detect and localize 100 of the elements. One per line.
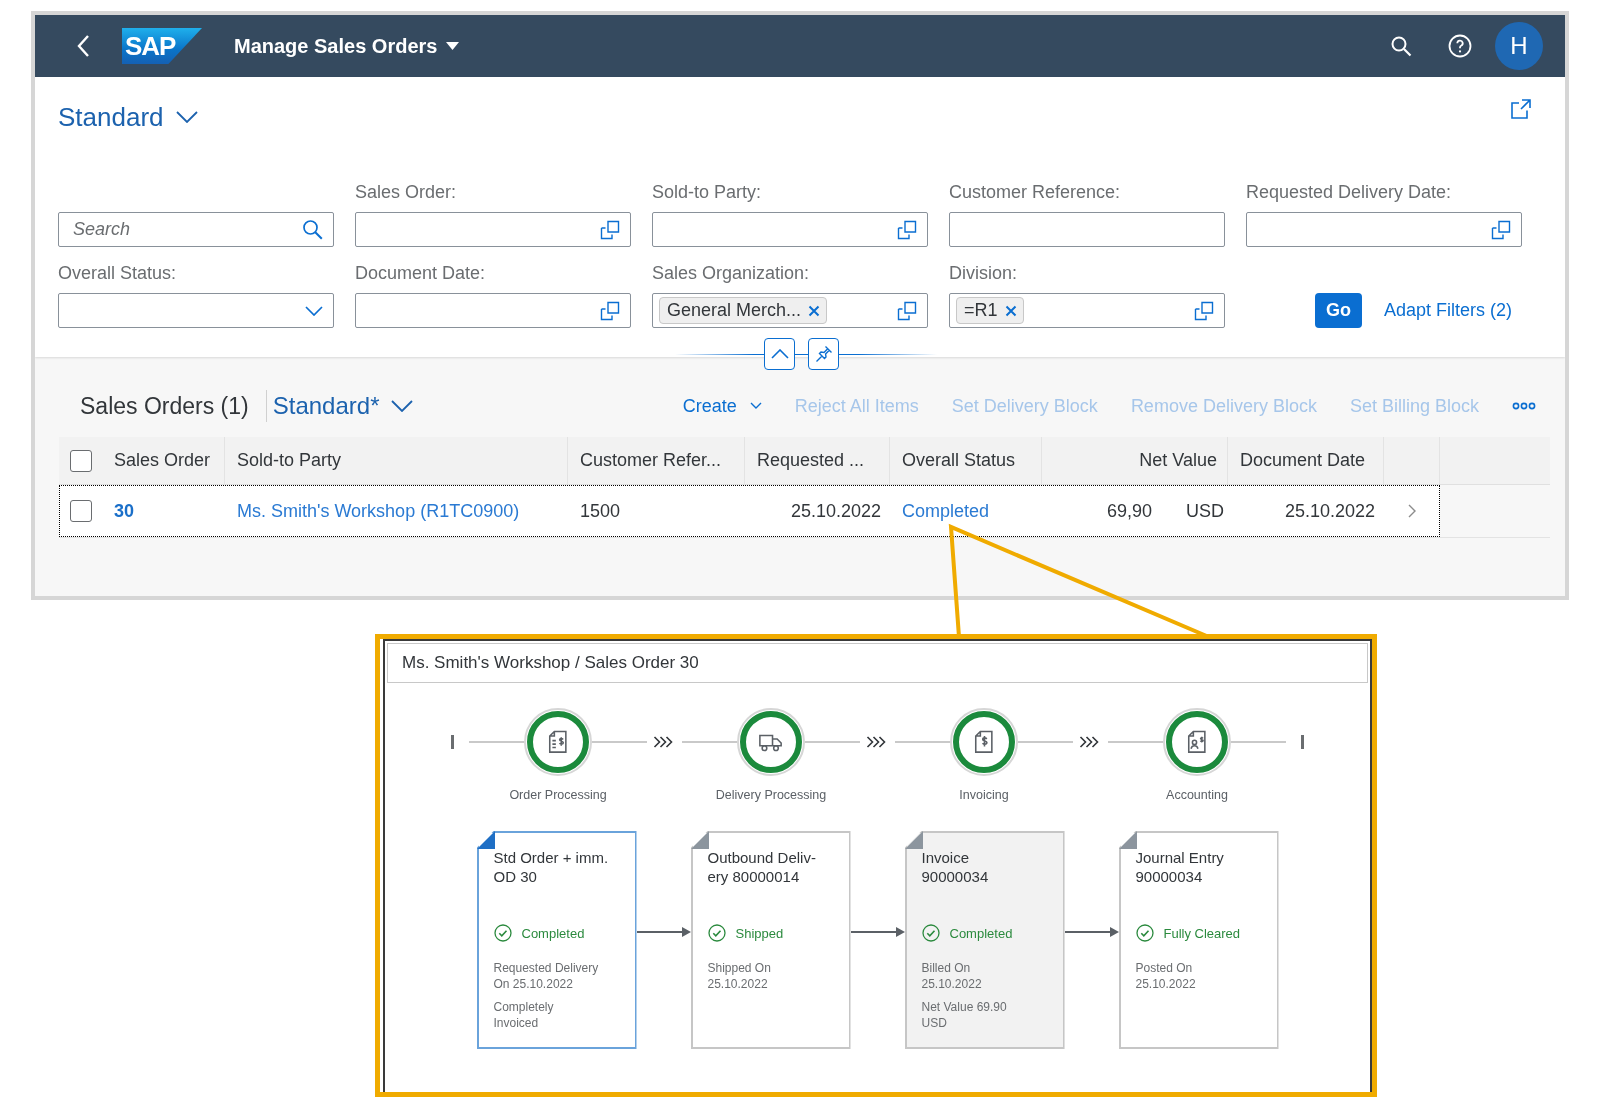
lane-label: Accounting: [1166, 787, 1228, 803]
input-field[interactable]: General Merch...: [652, 293, 928, 328]
connector-line: [682, 741, 737, 743]
document-card[interactable]: Outbound Deliv- ery 80000014 Shipped Shipped On 25.10.2022: [690, 831, 851, 1049]
chevron-down-icon: [391, 400, 414, 412]
overlapping-squares-icon[interactable]: [897, 219, 917, 240]
pin-icon: [814, 345, 833, 363]
collapse-button[interactable]: [764, 338, 795, 370]
checkbox[interactable]: [69, 449, 92, 472]
field-label: Overall Status:: [58, 263, 178, 284]
triple-chevron-icon: [866, 735, 886, 749]
input-field[interactable]: [949, 212, 1225, 247]
app-title-menu[interactable]: Manage Sales Orders: [234, 34, 460, 58]
column-header[interactable]: Net Value: [1042, 437, 1228, 484]
card-detail: Shipped On 25.10.2022: [707, 960, 772, 992]
document-card[interactable]: Std Order + imm. OD 30 Completed Requested Delivery On 25.10.2022 Completely Invoiced: [476, 831, 637, 1049]
triple-chevron-icon: [653, 735, 673, 749]
connector-line: [1231, 741, 1286, 743]
variant-selector[interactable]: Standard: [58, 101, 198, 133]
table-row[interactable]: 30 Ms. Smith's Workshop (R1TC0900) 1500 25.10.2022 Completed 69,90 USD 25.10.2022: [59, 485, 1440, 537]
column-header[interactable]: Sold-to Party: [225, 437, 568, 484]
search-icon[interactable]: [1390, 35, 1412, 57]
page-fold-icon: [476, 831, 495, 849]
close-icon[interactable]: [808, 304, 821, 317]
field-label: Sales Organization:: [652, 263, 811, 284]
check-circle-icon: [921, 924, 940, 942]
link[interactable]: Ms. Smith's Workshop (R1TC0900): [237, 500, 520, 522]
search-icon[interactable]: [302, 219, 323, 240]
page-fold-icon: [904, 831, 923, 849]
document-card[interactable]: Invoice 90000034 Completed Billed On 25.10.2022 Net Value 69.90 USD: [904, 831, 1065, 1049]
select-field[interactable]: [58, 293, 334, 328]
overlapping-squares-icon[interactable]: [1491, 219, 1511, 240]
link[interactable]: Completed: [902, 500, 990, 522]
variant-selector[interactable]: Standard*: [272, 392, 414, 420]
connector-arrow: [850, 926, 905, 938]
table-cell-text: 1500: [579, 499, 622, 523]
document-dollar-icon[interactable]: [524, 708, 592, 776]
lane-label: Order Processing: [509, 787, 607, 803]
panel-title: Ms. Smith's Workshop / Sales Order 30: [387, 643, 1368, 683]
checkbox[interactable]: [69, 500, 92, 522]
close-icon[interactable]: [1004, 304, 1017, 317]
field-label: Sold-to Party:: [652, 182, 763, 203]
input-field[interactable]: [355, 212, 631, 247]
input-field[interactable]: [355, 293, 631, 328]
overlapping-squares-icon[interactable]: [897, 300, 917, 321]
input-field[interactable]: [652, 212, 928, 247]
document-card[interactable]: Journal Entry 90000034 Fully Cleared Posted On 25.10.2022: [1118, 831, 1279, 1049]
column-header[interactable]: Document Date: [1228, 437, 1384, 484]
check-circle-icon: [1135, 924, 1154, 942]
card-detail: Completely Invoiced: [493, 999, 555, 1031]
status-text: Fully Cleared: [1163, 925, 1241, 941]
card-detail: Requested Delivery On 25.10.2022: [493, 960, 600, 992]
caret-down-icon: [446, 42, 460, 50]
token[interactable]: =R1: [956, 297, 1024, 324]
pin-button[interactable]: [808, 338, 839, 370]
chevron-left-icon[interactable]: [76, 34, 90, 58]
logo[interactable]: SAP: [122, 28, 202, 64]
document-dollar-icon[interactable]: [950, 708, 1018, 776]
truck-icon[interactable]: [737, 708, 805, 776]
chevron-down-icon: [175, 111, 198, 123]
currency-text: USD: [1186, 500, 1224, 522]
share-icon[interactable]: [1509, 97, 1533, 121]
overlapping-squares-icon[interactable]: [600, 219, 620, 240]
card-detail: Net Value 69.90 USD: [921, 999, 1008, 1031]
field-label: Sales Order:: [355, 182, 458, 203]
field-label: Document Date:: [355, 263, 487, 284]
lane-label: Invoicing: [959, 787, 1009, 803]
amount-text: 69,90: [1106, 500, 1152, 522]
search-field[interactable]: Search: [58, 212, 334, 247]
connector-line: [895, 741, 950, 743]
check-circle-icon: [493, 924, 512, 942]
check-circle-icon: [707, 924, 726, 942]
card-detail: Billed On 25.10.2022: [921, 960, 983, 992]
overlapping-squares-icon[interactable]: [600, 300, 620, 321]
go-button[interactable]: Go: [1314, 293, 1362, 328]
avatar[interactable]: H: [1495, 22, 1543, 70]
page-fold-icon: [690, 831, 709, 849]
input-field[interactable]: =R1: [949, 293, 1225, 328]
adapt-filters-link[interactable]: Adapt Filters (2): [1383, 300, 1512, 321]
overlapping-squares-icon[interactable]: [1194, 300, 1214, 321]
toolbar-button[interactable]: Create: [682, 395, 762, 417]
column-header[interactable]: Requested ...: [745, 437, 890, 484]
table-cell-text: 25.10.2022: [789, 499, 882, 523]
token[interactable]: General Merch...: [659, 297, 828, 324]
bar-marker-icon: [1301, 735, 1304, 749]
field-label: Customer Reference:: [949, 182, 1122, 203]
column-header[interactable]: Sales Order: [102, 437, 225, 484]
help-icon[interactable]: [1448, 34, 1472, 58]
connector-line: [805, 741, 860, 743]
person-document-icon[interactable]: [1163, 708, 1231, 776]
table-title: Sales Orders (1): [80, 392, 249, 420]
column-header[interactable]: Customer Refer...: [568, 437, 745, 484]
field-label: Requested Delivery Date:: [1246, 182, 1453, 203]
chevron-up-icon: [770, 349, 789, 359]
link[interactable]: 30: [114, 500, 135, 522]
connector-line: [1108, 741, 1163, 743]
status-text: Completed: [521, 925, 585, 941]
input-field[interactable]: [1246, 212, 1522, 247]
more-icon[interactable]: [1512, 402, 1536, 410]
column-header[interactable]: Overall Status: [890, 437, 1042, 484]
